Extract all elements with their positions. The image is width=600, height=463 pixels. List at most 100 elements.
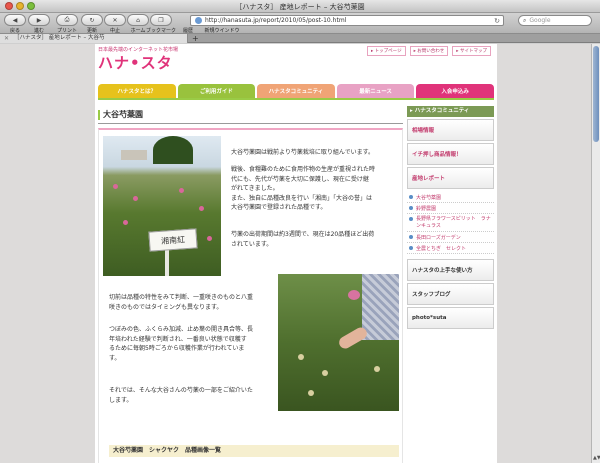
photo-bloom [123, 220, 128, 225]
globe-icon [195, 17, 202, 24]
photo-bloom [179, 188, 184, 193]
photo-bud [308, 390, 314, 396]
report-link-label: 長田ローズガーデン [416, 234, 461, 241]
sidebar-item-photo[interactable]: photo*suta [407, 307, 494, 329]
reload-button[interactable]: ↻ [81, 14, 103, 26]
report-link-label: 鈴野農園 [416, 205, 437, 212]
report-link-label: 大谷芍薬園 [416, 194, 442, 201]
top-links: ▸ トップページ ▸ お問い合わせ ▸ サイトマップ [366, 46, 491, 56]
sidebar-item-report[interactable]: 産地レポート [407, 167, 494, 189]
report-link-suzuno[interactable]: 鈴野農園 [407, 203, 494, 214]
nav-divider [98, 98, 494, 100]
sign-stake [165, 248, 169, 276]
nav-tab-community[interactable]: ハナスタコミュニティ [257, 84, 335, 98]
peony-field-photo: 湘南紅 [103, 136, 221, 276]
photo-pink-bloom [348, 290, 360, 300]
scrollbar-thumb[interactable] [593, 46, 599, 142]
web-viewport: 日本最先端のインターネット花市場 ハナ•スタ ▸ トップページ ▸ お問い合わせ… [0, 44, 591, 463]
photo-bud [298, 354, 304, 360]
printer-icon: ⎙ [64, 16, 70, 23]
report-link-tochigi[interactable]: 全農とちぎ セレクト [407, 243, 494, 254]
home-icon: ⌂ [136, 16, 140, 24]
bullet-icon [409, 195, 413, 199]
sidebar-item-recommended[interactable]: イチ押し商品情報！ [407, 143, 494, 165]
gallery-heading: 大谷芍薬園 シャクヤク 品種画像一覧 [109, 445, 399, 457]
nav-tab-about[interactable]: ハナスタとは？ [98, 84, 176, 98]
top-link-home[interactable]: ▸ トップページ [366, 46, 406, 56]
photo-house [121, 150, 147, 160]
top-link-contact-label: お問い合わせ [417, 49, 445, 54]
tab-label: ［ハナスタ］ 産地レポート – 大谷芍 [14, 35, 105, 41]
paragraph-6: それでは、そんな大谷さんの芍薬の一部をご紹介いた します。 [109, 387, 253, 404]
report-link-osada[interactable]: 長田ローズガーデン [407, 232, 494, 243]
sidebar-header: ▸ ハナスタコミュニティ [407, 106, 494, 117]
top-link-sitemap-label: サイトマップ [460, 49, 487, 54]
variety-sign: 湘南紅 [148, 228, 198, 252]
paragraph-2: 戦後、食糧難のために食用作物の生産が重視された時 代にも、先代が芍薬を大切に保護… [231, 166, 376, 211]
nav-tab-guide[interactable]: ご利用ガイド [177, 84, 256, 98]
photo-bud [322, 370, 328, 376]
sidebar-item-blog[interactable]: スタッフブログ [407, 283, 494, 305]
page-title: 大谷芍薬園 [98, 106, 403, 124]
bullet-icon [409, 246, 413, 250]
photo-bloom [133, 196, 138, 201]
nav-tab-news[interactable]: 最新ニュース [336, 84, 415, 98]
report-link-label: 全農とちぎ セレクト [416, 245, 467, 252]
browser-toolbar: ◀ 戻る ▶ 進む ⎙ プリント ↻ 更新 ✕ 中止 ⌂ ホーム ❐ ブックマー… [0, 13, 600, 34]
window-title: ［ハナスタ］ 産地レポート – 大谷芍薬園 [235, 3, 365, 11]
paragraph-3: 芍薬の出荷期間は約3週間で、現在は20品種ほど出荷 されています。 [231, 231, 375, 248]
top-link-home-label: トップページ [374, 49, 402, 54]
photo-bloom [207, 236, 212, 241]
top-link-sitemap[interactable]: ▸ サイトマップ [452, 46, 491, 56]
photo-sleeve [362, 274, 399, 340]
home-button[interactable]: ⌂ [127, 14, 149, 26]
paragraph-4: 切前は品種の特性をみて判断、一重咲きのものと八重 咲きのものではタイミングも異な… [109, 294, 254, 311]
address-text: http://hanasuta.jp/report/2010/05/post-1… [205, 17, 347, 24]
report-link-nagano[interactable]: 長野県フラワースピリット ラナンキュラス [407, 214, 494, 232]
address-bar[interactable]: http://hanasuta.jp/report/2010/05/post-1… [190, 15, 504, 26]
stop-icon: ✕ [112, 16, 118, 24]
tab-current[interactable]: ✕ ［ハナスタ］ 産地レポート – 大谷芍 [0, 34, 188, 43]
refresh-icon[interactable]: ↻ [494, 17, 500, 25]
search-icon: ⌕ [523, 16, 527, 24]
photo-bud [374, 366, 380, 372]
reload-icon: ↻ [89, 16, 95, 24]
photo-bloom [113, 184, 118, 189]
report-link-label: 長野県フラワースピリット ラナンキュラス [416, 216, 491, 229]
sidebar-item-market[interactable]: 相場情報 [407, 119, 494, 141]
sidebar-header-label: ハナスタコミュニティ [414, 108, 470, 114]
vertical-scrollbar[interactable]: ▲▼ [591, 44, 600, 463]
sidebar: ▸ ハナスタコミュニティ 相場情報 イチ押し商品情報！ 産地レポート 大谷芍薬園… [407, 106, 494, 329]
scroll-arrows-icon[interactable]: ▲▼ [593, 455, 600, 461]
book-icon: ❐ [158, 16, 164, 24]
window-titlebar: ［ハナスタ］ 産地レポート – 大谷芍薬園 [0, 0, 600, 13]
search-input[interactable]: ⌕ Google [518, 15, 592, 26]
site-logo[interactable]: ハナ•スタ [98, 52, 173, 73]
bookmark-button[interactable]: ❐ [150, 14, 172, 26]
nav-tab-signup[interactable]: 入会申込み [416, 84, 494, 98]
top-link-contact[interactable]: ▸ お問い合わせ [409, 46, 449, 56]
stop-button[interactable]: ✕ [104, 14, 126, 26]
bullet-icon [409, 235, 413, 239]
sidebar-item-howto[interactable]: ハナスタの上手な使い方 [407, 259, 494, 281]
arrow-left-icon: ◀ [12, 16, 18, 24]
back-button[interactable]: ◀ [4, 14, 26, 26]
close-tab-icon[interactable]: ✕ [4, 34, 9, 43]
site-page: 日本最先端のインターネット花市場 ハナ•スタ ▸ トップページ ▸ お問い合わせ… [95, 44, 497, 463]
new-window-label: 新規ウインドウ [204, 28, 240, 34]
forward-button[interactable]: ▶ [28, 14, 50, 26]
print-button[interactable]: ⎙ [56, 14, 78, 26]
harvest-photo [278, 274, 399, 411]
bullet-icon [409, 206, 413, 210]
paragraph-1: 大谷芍薬園は戦前より芍薬栽培に取り組んでいます。 [231, 149, 374, 156]
photo-tree [153, 136, 193, 164]
photo-bloom [199, 206, 204, 211]
forward-label: 進む [33, 28, 44, 34]
tab-bar: ✕ ［ハナスタ］ 産地レポート – 大谷芍 + [0, 34, 600, 43]
bullet-icon [409, 217, 413, 221]
new-tab-button[interactable]: + [192, 34, 199, 43]
report-link-otani[interactable]: 大谷芍薬園 [407, 192, 494, 203]
search-placeholder: Google [529, 17, 551, 24]
photo-hand [337, 325, 369, 351]
